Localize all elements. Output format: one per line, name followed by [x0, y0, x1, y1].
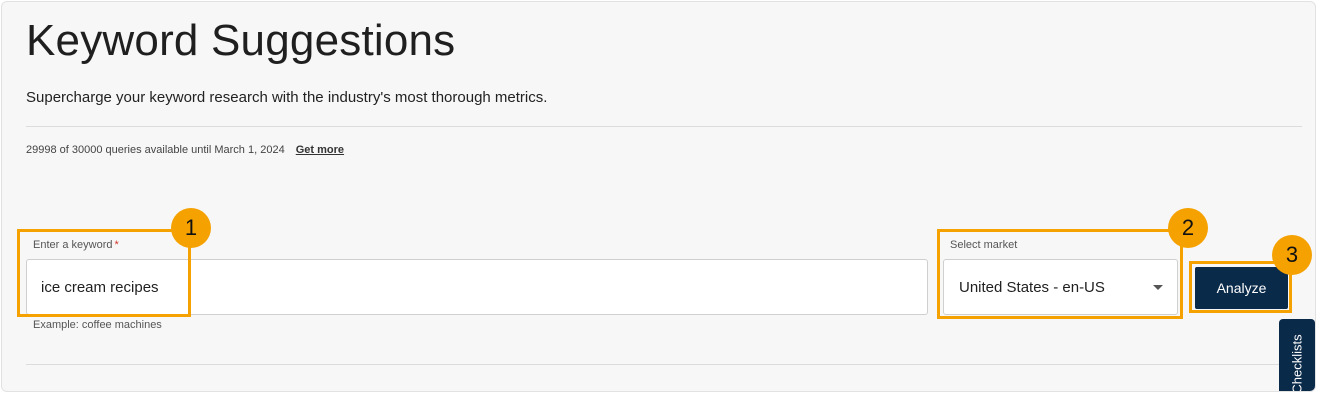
divider	[26, 364, 1302, 365]
keyword-helper-text: Example: coffee machines	[33, 319, 162, 331]
required-mark: *	[114, 239, 119, 251]
checklists-tab-label: Checklists	[1289, 334, 1305, 392]
keyword-input[interactable]	[26, 259, 928, 315]
page-subtitle: Supercharge your keyword research with t…	[26, 89, 548, 106]
market-select[interactable]: United States - en-US	[943, 259, 1178, 315]
keyword-suggestions-panel: Keyword Suggestions Supercharge your key…	[1, 1, 1316, 392]
keyword-label-text: Enter a keyword	[33, 239, 113, 251]
market-label: Select market	[950, 239, 1018, 251]
keyword-label: Enter a keyword *	[33, 239, 119, 251]
annotation-badge-1: 1	[171, 208, 211, 248]
get-more-link[interactable]: Get more	[296, 144, 344, 156]
market-selected-value: United States - en-US	[959, 279, 1105, 296]
annotation-badge-3: 3	[1272, 235, 1312, 275]
quota-text: 29998 of 30000 queries available until M…	[26, 144, 285, 156]
divider	[26, 126, 1302, 127]
page-title: Keyword Suggestions	[26, 16, 456, 65]
analyze-button[interactable]: Analyze	[1195, 267, 1288, 309]
quota-info: 29998 of 30000 queries available until M…	[26, 144, 344, 156]
checklists-tab[interactable]: Checklists	[1279, 319, 1315, 392]
chevron-down-icon	[1153, 285, 1163, 290]
annotation-badge-2: 2	[1168, 208, 1208, 248]
